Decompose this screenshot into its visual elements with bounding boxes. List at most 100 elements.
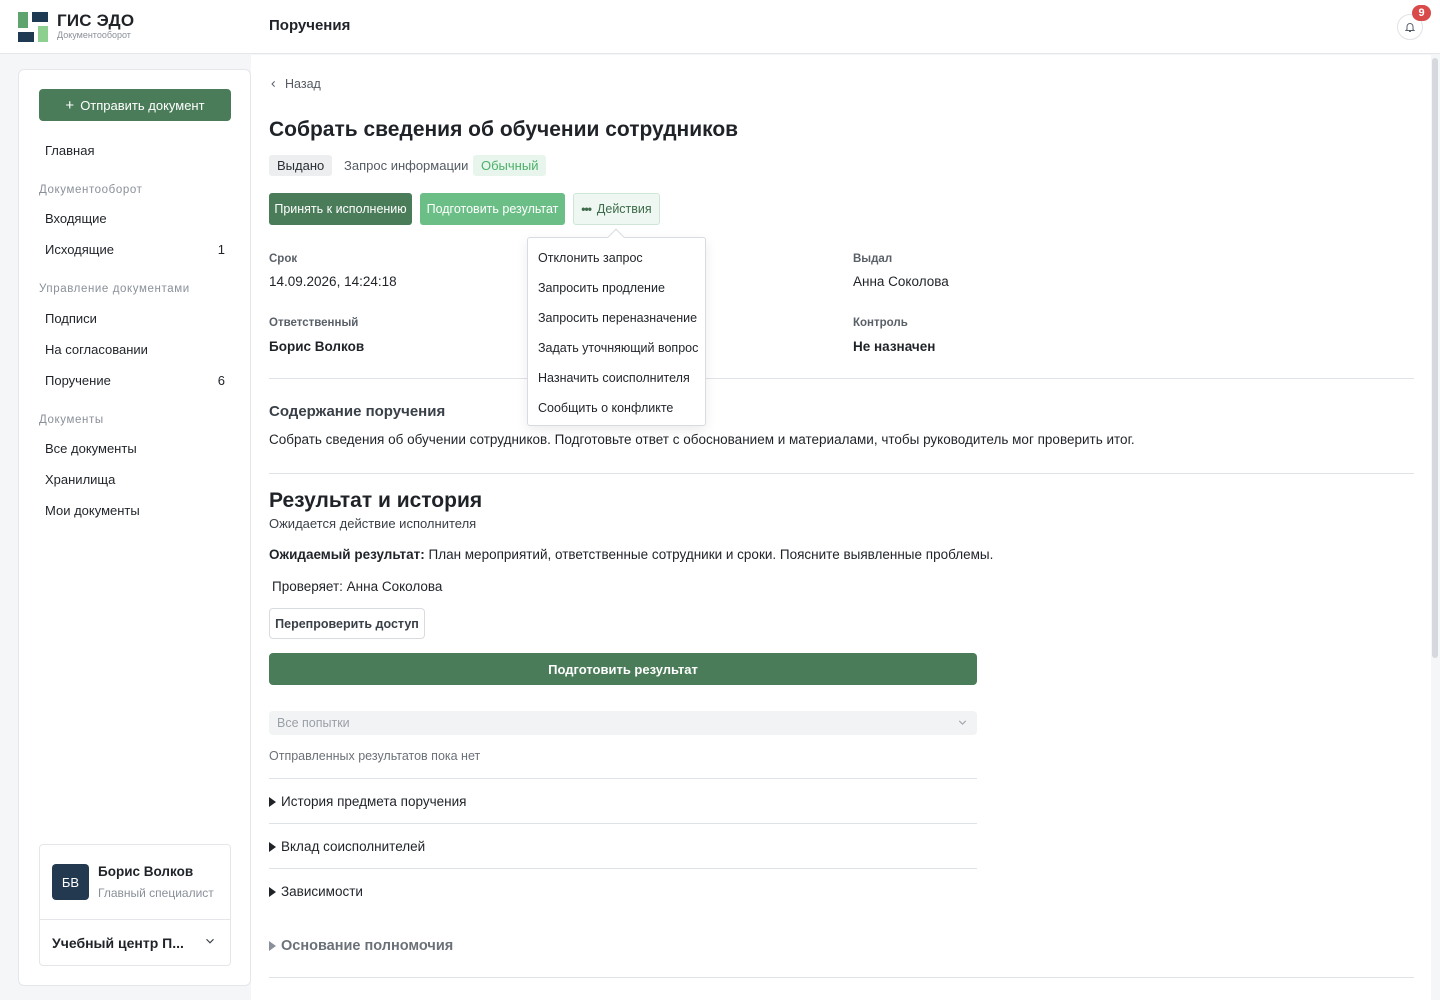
caret-right-icon	[269, 841, 276, 852]
empty-results-note: Отправленных результатов пока нет	[269, 749, 481, 763]
sidebar-item-label: На согласовании	[45, 342, 148, 357]
sidebar-item-storage[interactable]: Хранилища	[45, 472, 225, 487]
send-document-button[interactable]: + Отправить документ	[39, 89, 231, 121]
result-title: Результат и история	[269, 489, 483, 512]
section-label: Основание полномочия	[281, 938, 454, 954]
caret-right-icon	[269, 796, 276, 807]
menu-item-request-extension[interactable]: Запросить продление	[538, 281, 665, 295]
responsible-value: Борис Волков	[269, 339, 365, 354]
organization-selector[interactable]: Учебный центр П...	[52, 935, 192, 951]
accept-button[interactable]: Принять к исполнению	[269, 193, 412, 225]
back-label: Назад	[285, 77, 321, 91]
divider	[40, 919, 230, 920]
divider	[269, 378, 1414, 379]
section-label: История предмета поручения	[281, 794, 467, 809]
more-icon: •••	[581, 202, 592, 216]
prepare-result-button[interactable]: Подготовить результат	[420, 193, 565, 225]
notifications-badge: 9	[1412, 5, 1431, 21]
priority-badge: Обычный	[473, 155, 547, 176]
issuer-value: Анна Соколова	[853, 274, 949, 289]
attempts-select[interactable]: Все попытки	[269, 711, 977, 735]
page-heading: Поручения	[269, 17, 351, 34]
chevron-down-icon[interactable]	[203, 934, 217, 948]
section-label: Вклад соисполнителей	[281, 839, 426, 854]
menu-item-assign-coexecutor[interactable]: Назначить соисполнителя	[538, 371, 690, 385]
back-link[interactable]: Назад	[269, 77, 321, 91]
content-title: Содержание поручения	[269, 403, 446, 420]
app-subtitle: Документооборот	[57, 30, 131, 40]
deadline-value: 14.09.2026, 14:24:18	[269, 274, 397, 289]
chevron-left-icon	[271, 81, 275, 87]
sidebar-item-label: Подписи	[45, 311, 97, 326]
history-section-toggle[interactable]: История предмета поручения	[269, 794, 466, 809]
chevron-down-icon	[958, 720, 967, 725]
section-label: Зависимости	[281, 884, 363, 899]
sidebar-item-signatures[interactable]: Подписи	[45, 311, 225, 326]
sidebar: + Отправить документ Главная Документооб…	[18, 69, 251, 986]
expected-result: Ожидаемый результат: План мероприятий, о…	[269, 547, 993, 562]
sidebar-item-label: Хранилища	[45, 472, 116, 487]
content-text: Собрать сведения об обучении сотрудников…	[269, 432, 1135, 447]
checker-text: Проверяет: Анна Соколова	[272, 579, 443, 594]
sidebar-item-outgoing[interactable]: Исходящие 1	[45, 242, 225, 257]
app-title: ГИС ЭДО	[57, 11, 135, 30]
actions-dropdown: Отклонить запрос Запросить продление Зап…	[527, 237, 706, 426]
issuer-label: Выдал	[853, 253, 893, 265]
send-document-label: Отправить документ	[80, 97, 205, 113]
bell-icon	[1404, 23, 1416, 32]
divider	[269, 473, 1414, 474]
authority-section-toggle[interactable]: Основание полномочия	[269, 938, 453, 954]
menu-item-reject[interactable]: Отклонить запрос	[538, 251, 643, 265]
dependencies-section-toggle[interactable]: Зависимости	[269, 884, 363, 899]
menu-item-report-conflict[interactable]: Сообщить о конфликте	[538, 401, 673, 415]
sidebar-item-assignments[interactable]: Поручение 6	[45, 373, 225, 388]
task-title: Собрать сведения об обучении сотрудников	[269, 118, 739, 141]
divider	[269, 778, 977, 779]
menu-item-ask-question[interactable]: Задать уточняющий вопрос	[538, 341, 698, 355]
prepare-result-main-button[interactable]: Подготовить результат	[269, 653, 977, 685]
app-logo[interactable]	[18, 12, 48, 42]
sidebar-item-count: 6	[217, 373, 225, 388]
actions-label: Действия	[596, 202, 652, 216]
sidebar-item-label: Главная	[45, 143, 95, 158]
divider	[269, 823, 977, 824]
sidebar-item-approval[interactable]: На согласовании	[45, 342, 225, 357]
sidebar-item-count: 1	[217, 242, 225, 257]
sidebar-item-incoming[interactable]: Входящие	[45, 211, 225, 226]
sidebar-section-title: Управление документами	[39, 283, 190, 295]
recheck-access-button[interactable]: Перепроверить доступ	[269, 608, 425, 639]
sidebar-item-label: Мои документы	[45, 503, 140, 518]
result-status: Ожидается действие исполнителя	[269, 516, 477, 531]
plus-icon: +	[65, 96, 75, 114]
caret-right-icon	[269, 941, 276, 951]
sidebar-item-label: Поручение	[45, 373, 111, 388]
expected-result-label: Ожидаемый результат:	[269, 547, 425, 562]
control-label: Контроль	[853, 317, 908, 329]
control-value: Не назначен	[853, 339, 936, 354]
user-card: БВ Борис Волков Главный специалист Учебн…	[39, 844, 231, 966]
sidebar-item-label: Все документы	[45, 441, 137, 456]
caret-right-icon	[269, 886, 276, 897]
avatar: БВ	[52, 864, 89, 900]
sidebar-section-title: Документооборот	[39, 184, 143, 196]
responsible-label: Ответственный	[269, 317, 359, 329]
menu-item-request-reassign[interactable]: Запросить переназначение	[538, 311, 697, 325]
divider	[269, 868, 977, 869]
type-badge: Запрос информации	[344, 158, 469, 173]
sidebar-item-my-documents[interactable]: Мои документы	[45, 503, 225, 518]
sidebar-item-home[interactable]: Главная	[45, 143, 225, 158]
top-bar: ГИС ЭДО Документооборот Поручения 9	[0, 0, 1440, 54]
divider	[269, 977, 1414, 978]
user-name: Борис Волков	[98, 864, 194, 879]
sidebar-section-title: Документы	[39, 414, 104, 426]
sidebar-item-label: Входящие	[45, 211, 107, 226]
attempts-select-value: Все попытки	[277, 716, 350, 730]
sidebar-item-all-documents[interactable]: Все документы	[45, 441, 225, 456]
actions-button[interactable]: ••• Действия	[573, 193, 660, 225]
sidebar-item-label: Исходящие	[45, 242, 114, 257]
scrollbar[interactable]	[1432, 58, 1438, 658]
coexecutors-section-toggle[interactable]: Вклад соисполнителей	[269, 839, 425, 854]
deadline-label: Срок	[269, 253, 298, 265]
status-badge: Выдано	[269, 155, 333, 176]
user-role: Главный специалист	[98, 886, 214, 900]
